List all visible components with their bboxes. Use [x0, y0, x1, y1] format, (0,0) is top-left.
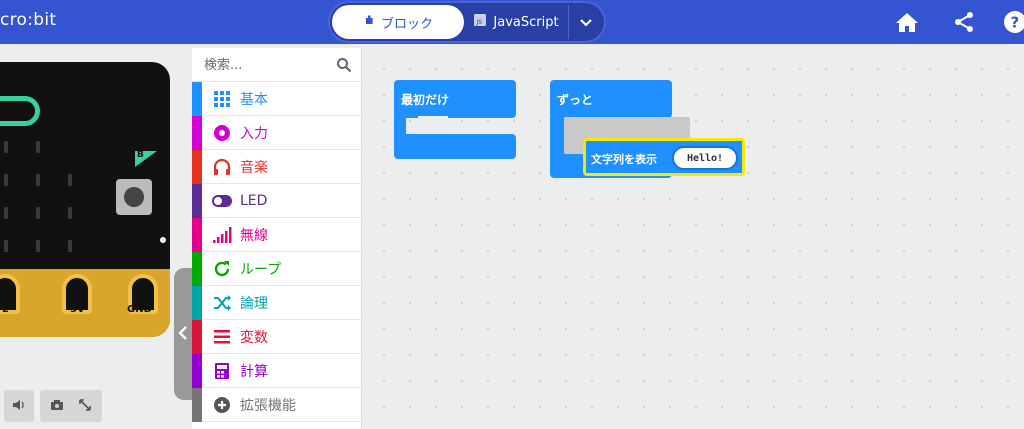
category-color-bar: [192, 217, 202, 252]
toolbox: 基本 入力 音楽 LED 無線 ループ: [192, 48, 362, 429]
toggle-icon: [210, 194, 234, 208]
home-icon[interactable]: [895, 10, 919, 34]
forever-block[interactable]: ずっと: [550, 80, 672, 118]
category-variables[interactable]: 変数: [192, 319, 362, 354]
category-music[interactable]: 音楽: [192, 149, 362, 184]
button-b-label: B: [137, 150, 144, 160]
simulator-panel: B 2 3V GND: [0, 44, 190, 429]
led: [4, 174, 8, 186]
category-color-bar: [192, 387, 202, 422]
chevron-left-icon: [178, 325, 188, 344]
refresh-icon: [210, 260, 234, 278]
led: [36, 174, 40, 186]
javascript-tab-label: JavaScript: [493, 14, 559, 30]
camera-icon[interactable]: [50, 399, 64, 414]
category-color-bar: [192, 183, 202, 218]
category-basic[interactable]: 基本: [192, 81, 362, 116]
js-file-icon: JS: [473, 13, 487, 31]
category-label: 論理: [240, 295, 268, 312]
led-display: [0, 96, 40, 126]
category-color-bar: [192, 285, 202, 320]
category-extensions[interactable]: 拡張機能: [192, 387, 362, 422]
forever-label: ずっと: [557, 93, 594, 107]
mute-button[interactable]: [4, 390, 34, 422]
pin-label: 2: [2, 304, 9, 315]
pin-label: GND: [127, 304, 152, 315]
share-icon[interactable]: [952, 10, 976, 34]
headphones-icon: [210, 158, 234, 176]
circle-icon: [210, 124, 234, 142]
category-math[interactable]: 計算: [192, 353, 362, 388]
led: [4, 207, 8, 219]
category-color-bar: [192, 81, 202, 116]
shuffle-icon: [210, 294, 234, 311]
svg-text:JS: JS: [476, 19, 483, 26]
category-color-bar: [192, 149, 202, 184]
svg-text:?: ?: [1011, 14, 1020, 32]
led: [36, 207, 40, 219]
search-input[interactable]: [204, 55, 334, 75]
category-color-bar: [192, 319, 202, 354]
app-brand[interactable]: cro:bit: [0, 10, 56, 30]
javascript-tab[interactable]: JS JavaScript: [466, 5, 566, 39]
category-input[interactable]: 入力: [192, 115, 362, 150]
category-color-bar: [192, 353, 202, 388]
list-icon: [210, 329, 234, 345]
blocks-tab-label: ブロック: [380, 16, 433, 32]
category-radio[interactable]: 無線: [192, 217, 362, 252]
led: [4, 240, 8, 252]
signal-icon: [210, 226, 234, 244]
show-string-label: 文字列を表示: [591, 153, 657, 166]
category-led[interactable]: LED: [192, 183, 362, 218]
on-start-label: 最初だけ: [401, 93, 450, 107]
category-loops[interactable]: ループ: [192, 251, 362, 286]
editor-toggle: ブロック JS JavaScript: [328, 1, 606, 43]
calculator-icon: [210, 362, 234, 380]
category-label: 音楽: [240, 159, 268, 176]
led: [36, 240, 40, 252]
help-icon[interactable]: ?: [1003, 10, 1024, 34]
category-logic[interactable]: 論理: [192, 285, 362, 320]
search-icon[interactable]: [336, 57, 352, 73]
button-b[interactable]: [116, 179, 152, 215]
category-label: 無線: [240, 227, 268, 244]
chevron-down-icon[interactable]: [568, 5, 602, 39]
show-string-block[interactable]: 文字列を表示 Hello!: [583, 138, 745, 176]
plus-circle-icon: [210, 396, 234, 414]
led: [68, 174, 72, 186]
string-value-input[interactable]: Hello!: [672, 146, 738, 170]
forever-block-side: [550, 116, 564, 156]
on-start-block[interactable]: 最初だけ: [394, 80, 516, 118]
grid-icon: [210, 90, 234, 108]
category-label: 基本: [240, 91, 268, 108]
led: [4, 141, 8, 153]
category-label: ループ: [240, 261, 282, 278]
category-color-bar: [192, 115, 202, 150]
top-bar: cro:bit ブロック JS JavaScript ?: [0, 0, 1024, 44]
category-color-bar: [192, 251, 202, 286]
category-label: 変数: [240, 329, 268, 346]
blocks-tab[interactable]: ブロック: [332, 5, 464, 39]
category-label: 計算: [240, 363, 268, 380]
speaker-icon: [12, 399, 26, 414]
category-label: LED: [240, 192, 268, 209]
fullscreen-icon[interactable]: [78, 398, 92, 415]
led: [68, 207, 72, 219]
pin-label: 3V: [70, 304, 85, 315]
screenshot-fullscreen-controls: [40, 390, 102, 422]
puzzle-icon: [363, 14, 375, 30]
category-label: 入力: [240, 125, 268, 142]
category-label: 拡張機能: [240, 397, 296, 414]
collapse-simulator-button[interactable]: [174, 268, 192, 400]
led: [36, 141, 40, 153]
indicator-dot: [160, 237, 166, 243]
block-notch: [418, 116, 448, 126]
led: [68, 240, 72, 252]
on-start-block-bottom: [394, 134, 516, 159]
toolbox-search: [192, 48, 362, 82]
